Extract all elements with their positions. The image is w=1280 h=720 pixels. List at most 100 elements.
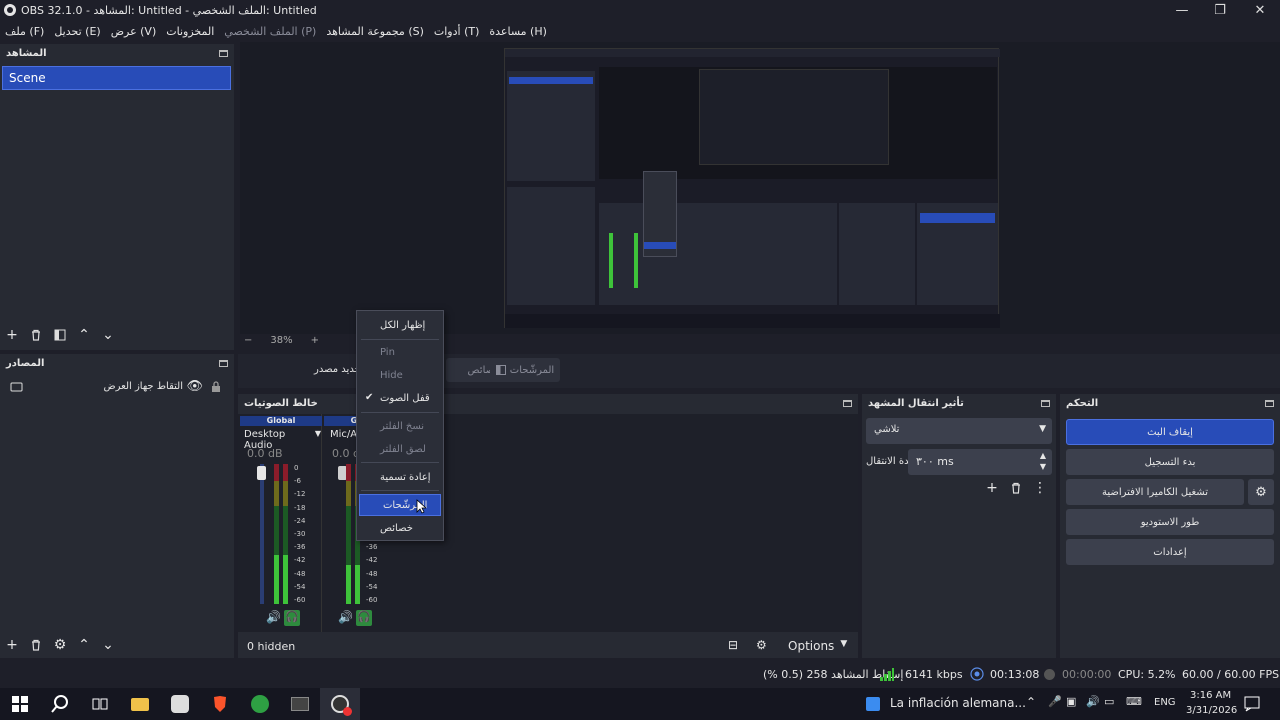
move-source-down-button[interactable]: ⌄ [100, 637, 116, 653]
add-transition-button[interactable]: + [984, 480, 1000, 496]
menu-rename[interactable]: إعادة تسمية [357, 466, 443, 488]
obs-taskbar-icon[interactable] [320, 688, 360, 720]
menu-tools[interactable]: أدوات (T) [429, 25, 485, 38]
meter-tick-label: -36 [294, 543, 306, 551]
source-item[interactable]: التقاط جهاز العرض 👁 [2, 378, 231, 398]
volume-fader-handle[interactable] [257, 466, 266, 480]
notification-icon[interactable] [1244, 696, 1260, 712]
menu-profile[interactable]: الملف الشخصي (P) [219, 25, 321, 38]
meter-bar-level [283, 555, 288, 604]
undock-icon[interactable] [1041, 399, 1050, 407]
meter-tick-label: -60 [294, 596, 306, 604]
menu-view[interactable]: عرض (V) [106, 25, 162, 38]
task-view-icon[interactable] [80, 688, 120, 720]
undock-icon[interactable] [843, 399, 852, 407]
volume-fader-track[interactable] [260, 464, 264, 604]
menu-properties[interactable]: خصائص [357, 517, 443, 539]
lock-icon[interactable] [211, 381, 221, 393]
menu-hide[interactable]: Hide [357, 364, 443, 386]
photo-app-icon[interactable] [160, 688, 200, 720]
microphone-icon[interactable]: 🎤 [1048, 695, 1062, 708]
news-widget-icon[interactable] [866, 697, 880, 711]
add-source-button[interactable]: + [4, 637, 20, 653]
minimize-button[interactable]: — [1162, 0, 1202, 20]
scenes-dock: المشاهد Scene + ⌃ ⌄ [0, 44, 234, 350]
menu-paste-filters[interactable]: لصق الفلتر [357, 438, 443, 460]
move-scene-down-button[interactable]: ⌄ [100, 327, 116, 343]
zoom-out-button[interactable]: − [244, 335, 252, 346]
filters-button[interactable]: المرشّحات [490, 358, 560, 382]
nested-scenes [507, 71, 595, 181]
menu-lock-volume[interactable]: قفل الصوت [357, 387, 443, 409]
meter-tick-label: -60 [366, 596, 378, 604]
windows-taskbar: La inflación alemana... ⌃ 🎤 ▣ 🔊 ▭ ⌨ ENG … [0, 688, 1280, 720]
stop-streaming-button[interactable]: إيقاف البث [1066, 419, 1274, 445]
more-options-icon[interactable]: ⋮ [1032, 480, 1048, 496]
caret-down-icon: ▼ [1039, 424, 1046, 434]
start-recording-button[interactable]: بدء التسجيل [1066, 449, 1274, 475]
duration-spinbox[interactable]: ٣٠٠ ms ▲ ▼ [908, 449, 1052, 475]
spin-arrows-icon[interactable]: ▲ ▼ [1040, 450, 1046, 472]
title-bar: OBS 32.1.0 - المشاهد: Untitled - الملف ا… [0, 0, 1280, 20]
menu-bar: ملف (F) تحديل (E) عرض (V) المخزونات المل… [0, 20, 547, 42]
advanced-audio-gear-icon[interactable]: ⚙ [756, 638, 767, 652]
move-source-up-button[interactable]: ⌃ [76, 637, 92, 653]
close-button[interactable]: ✕ [1240, 0, 1280, 20]
search-icon[interactable] [40, 688, 80, 720]
options-button[interactable]: Options ▼ [788, 639, 847, 653]
remove-source-button[interactable] [28, 637, 44, 653]
undock-icon[interactable] [1265, 399, 1274, 407]
add-scene-button[interactable]: + [4, 327, 20, 343]
remove-scene-button[interactable] [28, 327, 44, 343]
source-properties-gear-icon[interactable]: ⚙ [52, 637, 68, 653]
maximize-button[interactable]: ❐ [1200, 0, 1240, 20]
menu-file[interactable]: ملف (F) [0, 25, 49, 38]
language-indicator[interactable]: ENG [1154, 697, 1176, 708]
clock-date[interactable]: 3/31/2026 [1186, 705, 1237, 716]
undock-icon[interactable] [219, 359, 228, 367]
menu-pin[interactable]: Pin [357, 341, 443, 363]
network-icon[interactable]: ▭ [1104, 695, 1114, 708]
controls-header: التحكم [1060, 394, 1280, 412]
speaker-icon[interactable]: 🔊 [266, 610, 281, 624]
visibility-eye-icon[interactable]: 👁 [186, 379, 203, 394]
remove-transition-button[interactable] [1008, 480, 1024, 496]
terminal-app-icon[interactable] [280, 688, 320, 720]
audio-mixer-title: خالط الصوتيات [244, 397, 318, 409]
menu-help[interactable]: مساعدة (H) [484, 25, 552, 38]
cpu-usage: CPU: 5.2% [1118, 668, 1176, 681]
zoom-in-button[interactable]: + [311, 335, 319, 346]
transition-type-select[interactable]: تلاشي ▼ [866, 418, 1052, 444]
studio-mode-button[interactable]: طور الاستوديو [1066, 509, 1274, 535]
menu-show-all[interactable]: إظهار الكل [357, 314, 443, 336]
monitor-headphones-icon[interactable]: 🎧 [356, 610, 372, 626]
virtual-camera-gear-icon[interactable]: ⚙ [1248, 479, 1274, 505]
speaker-icon[interactable]: 🔊 [338, 610, 353, 624]
monitor-headphones-icon[interactable]: 🎧 [284, 610, 300, 626]
menu-copy-filters[interactable]: نسخ الفلتر [357, 415, 443, 437]
duration-value: ٣٠٠ ms [916, 455, 954, 468]
brave-browser-icon[interactable] [200, 688, 240, 720]
news-headline[interactable]: La inflación alemana... [890, 696, 1026, 710]
start-virtual-camera-button[interactable]: تشغيل الكاميرا الافتراضية [1066, 479, 1244, 505]
layout-toggle-icon[interactable]: ⊟ [728, 638, 738, 652]
undock-icon[interactable] [219, 49, 228, 57]
obs-logo-icon [4, 4, 16, 16]
scene-filters-button[interactable] [52, 327, 68, 343]
volume-icon[interactable]: 🔊 [1086, 695, 1100, 708]
menu-docks[interactable]: المخزونات [161, 25, 219, 38]
tray-app-icon[interactable]: ▣ [1066, 695, 1076, 708]
menu-filters[interactable]: المرشّحات [359, 494, 441, 516]
clock-time[interactable]: 3:16 AM [1190, 690, 1231, 701]
menu-edit[interactable]: تحديل (E) [49, 25, 105, 38]
xbox-icon[interactable] [240, 688, 280, 720]
keyboard-icon[interactable]: ⌨ [1126, 695, 1142, 708]
meter-tick-label: -42 [366, 556, 378, 564]
tray-chevron-up-icon[interactable]: ⌃ [1026, 695, 1036, 709]
file-explorer-icon[interactable] [120, 688, 160, 720]
move-scene-up-button[interactable]: ⌃ [76, 327, 92, 343]
menu-scene-collection[interactable]: مجموعة المشاهد (S) [321, 25, 429, 38]
windows-start-icon[interactable] [0, 688, 40, 720]
settings-button[interactable]: إعدادات [1066, 539, 1274, 565]
scene-item[interactable]: Scene [2, 66, 231, 90]
